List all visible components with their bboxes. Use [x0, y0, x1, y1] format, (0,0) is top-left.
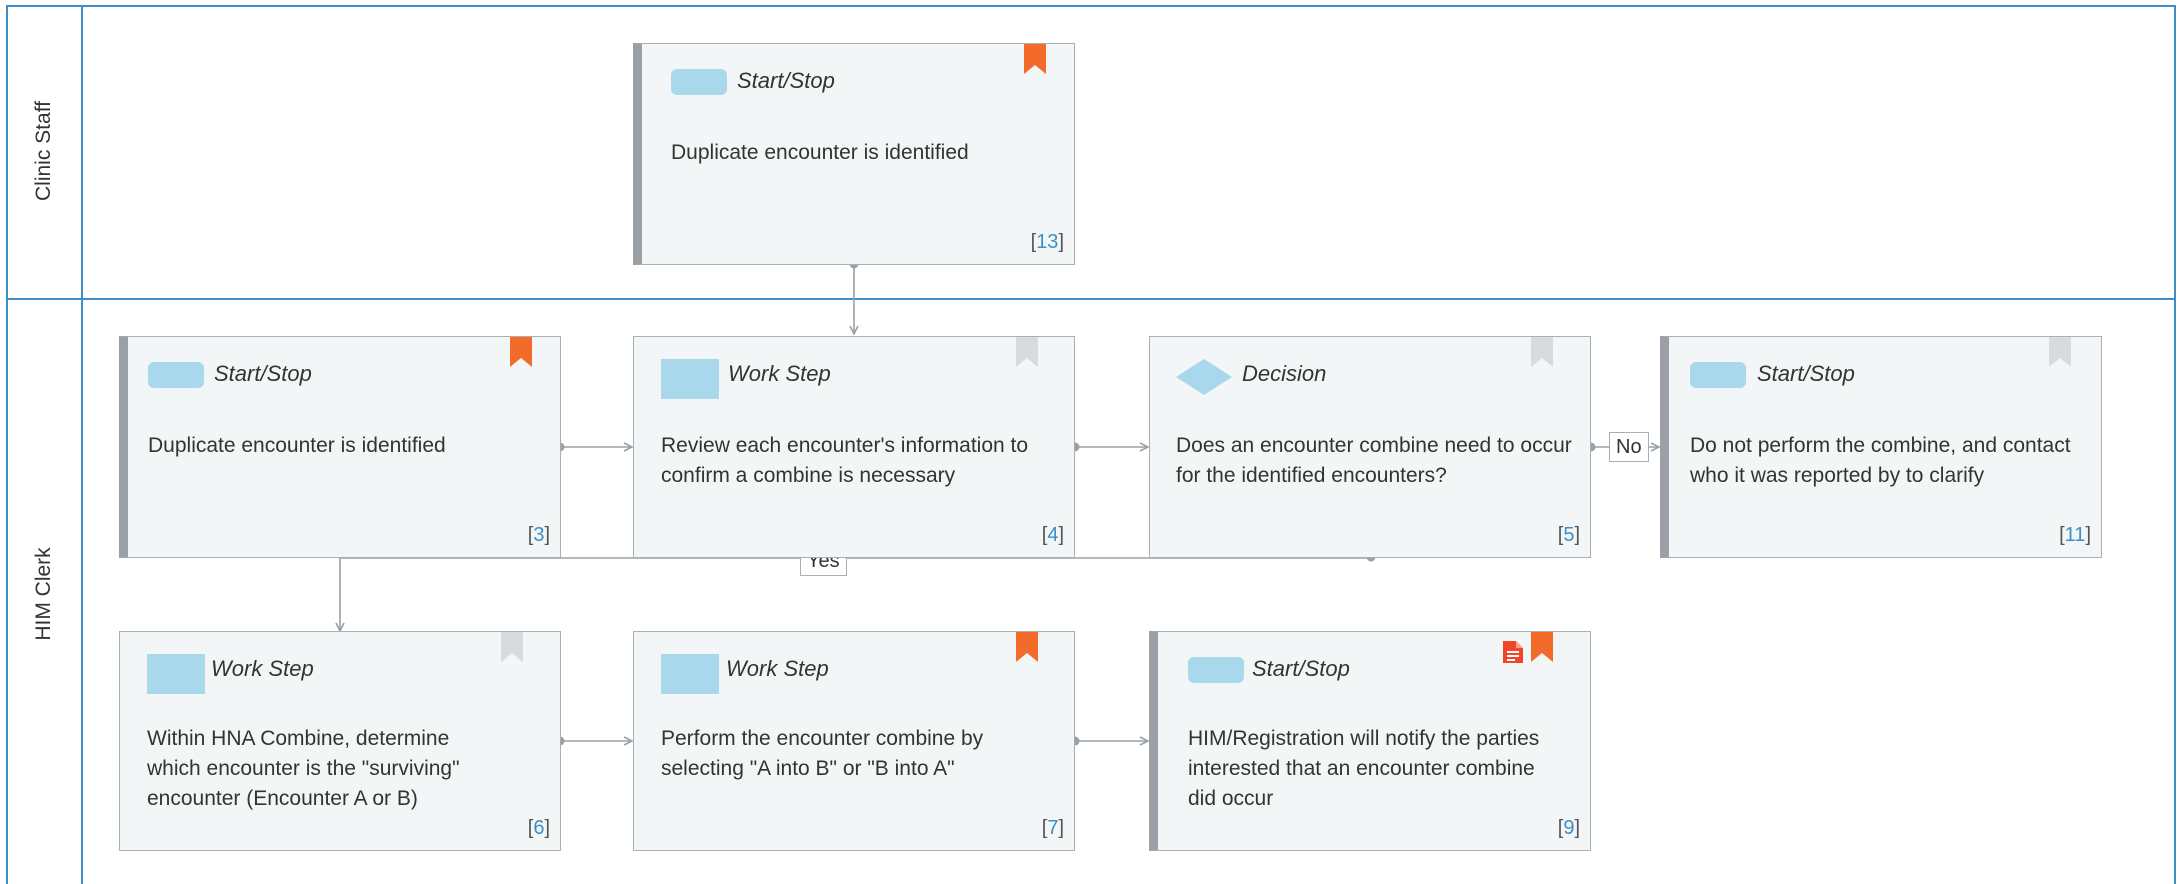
- start-stop-shape-icon: [671, 69, 727, 95]
- node-text: Perform the encounter combine by selecti…: [661, 727, 984, 780]
- start-stop-shape-icon: [148, 362, 204, 388]
- node-11-start-stop[interactable]: Start/Stop Do not perform the combine, a…: [1660, 336, 2102, 558]
- bookmark-orange-icon[interactable]: [510, 337, 532, 367]
- node-type: Start/Stop: [737, 68, 835, 93]
- node-type: Work Step: [728, 361, 831, 386]
- node-5-decision[interactable]: Decision Does an encounter combine need …: [1149, 336, 1591, 558]
- node-type: Start/Stop: [1252, 656, 1350, 681]
- node-3-start-stop[interactable]: Start/Stop Duplicate encounter is identi…: [119, 336, 561, 558]
- lane-header-divider: [81, 5, 83, 884]
- node-type: Start/Stop: [1757, 361, 1855, 386]
- edge-label-no: No: [1609, 432, 1649, 462]
- bookmark-orange-icon[interactable]: [1016, 632, 1038, 662]
- node-number[interactable]: [3]: [528, 524, 550, 547]
- node-number[interactable]: [9]: [1558, 817, 1580, 840]
- bookmark-orange-icon[interactable]: [1531, 632, 1553, 662]
- lane-divider: [6, 298, 2176, 300]
- node-text: Within HNA Combine, determine which enco…: [147, 727, 460, 810]
- node-type: Decision: [1242, 361, 1327, 386]
- node-number[interactable]: [4]: [1042, 524, 1064, 547]
- node-13-start-stop[interactable]: Start/Stop Duplicate encounter is identi…: [633, 43, 1075, 265]
- bookmark-gray-icon[interactable]: [1531, 337, 1553, 367]
- node-number[interactable]: [5]: [1558, 524, 1580, 547]
- bookmark-gray-icon[interactable]: [1016, 337, 1038, 367]
- node-text: Duplicate encounter is identified: [148, 434, 446, 457]
- document-icon[interactable]: [1503, 641, 1523, 663]
- bookmark-orange-icon[interactable]: [1024, 44, 1046, 74]
- bookmark-gray-icon[interactable]: [2049, 337, 2071, 367]
- node-number[interactable]: [7]: [1042, 817, 1064, 840]
- node-4-work-step[interactable]: Work Step Review each encounter's inform…: [633, 336, 1075, 558]
- work-step-shape-icon: [147, 654, 205, 694]
- start-stop-shape-icon: [1188, 657, 1244, 683]
- work-step-shape-icon: [661, 654, 719, 694]
- node-type: Work Step: [211, 656, 314, 681]
- node-7-work-step[interactable]: Work Step Perform the encounter combine …: [633, 631, 1075, 851]
- bookmark-gray-icon[interactable]: [501, 632, 523, 662]
- node-text: Duplicate encounter is identified: [671, 141, 969, 164]
- node-6-work-step[interactable]: Work Step Within HNA Combine, determine …: [119, 631, 561, 851]
- node-9-start-stop[interactable]: Start/Stop HIM/Registration will notify …: [1149, 631, 1591, 851]
- work-step-shape-icon: [661, 359, 719, 399]
- lane-label-him-clerk: HIM Clerk: [32, 547, 55, 641]
- node-type: Work Step: [726, 656, 829, 681]
- node-number[interactable]: [13]: [1031, 231, 1064, 254]
- node-text: Does an encounter combine need to occur …: [1176, 434, 1572, 487]
- lane-label-clinic-staff: Clinic Staff: [32, 101, 55, 201]
- node-number[interactable]: [6]: [528, 817, 550, 840]
- node-number[interactable]: [11]: [2059, 524, 2091, 547]
- node-text: Do not perform the combine, and contact …: [1690, 434, 2071, 487]
- node-text: Review each encounter's information to c…: [661, 434, 1029, 487]
- node-text: HIM/Registration will notify the parties…: [1188, 727, 1540, 810]
- node-type: Start/Stop: [214, 361, 312, 386]
- start-stop-shape-icon: [1690, 362, 1746, 388]
- decision-shape-icon: [1176, 359, 1232, 395]
